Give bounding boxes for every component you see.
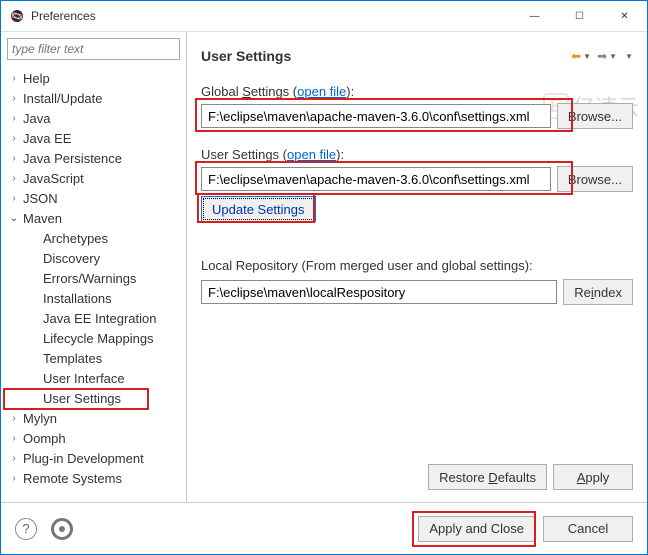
tree-item-oomph[interactable]: ›Oomph: [1, 428, 186, 448]
page-title: User Settings: [201, 48, 571, 64]
tree-item-label: Java Persistence: [21, 151, 122, 166]
global-settings-label: Global Settings (open file):: [201, 84, 633, 99]
filter-input[interactable]: [7, 38, 180, 60]
tree-item-label: Install/Update: [21, 91, 103, 106]
minimize-button[interactable]: —: [512, 1, 557, 31]
close-button[interactable]: ✕: [602, 1, 647, 31]
back-icon[interactable]: ⬅: [571, 49, 581, 63]
chevron-right-icon[interactable]: ›: [7, 113, 21, 124]
global-settings-input[interactable]: [201, 104, 551, 128]
tree-item-label: Discovery: [41, 251, 100, 266]
tree-item-label: Oomph: [21, 431, 66, 446]
forward-menu-icon[interactable]: ▼: [609, 52, 617, 61]
tree-item-java[interactable]: ›Java: [1, 108, 186, 128]
tree-item-json[interactable]: ›JSON: [1, 188, 186, 208]
sidebar: ›Help›Install/Update›Java›Java EE›Java P…: [1, 32, 187, 502]
tree-item-user-settings[interactable]: User Settings: [1, 388, 186, 408]
menu-icon[interactable]: ▼: [625, 52, 633, 61]
footer: ? Apply and Close Cancel: [1, 502, 647, 554]
user-settings-label: User Settings (open file):: [201, 147, 633, 162]
tree-item-label: User Settings: [41, 391, 121, 406]
tree-item-maven[interactable]: ⌄Maven: [1, 208, 186, 228]
tree-item-label: Templates: [41, 351, 102, 366]
chevron-right-icon[interactable]: ›: [7, 93, 21, 104]
tree-item-label: Installations: [41, 291, 112, 306]
content-pane: E亿速云 User Settings ⬅ ▼ ➡ ▼ ▼ Global Sett…: [187, 32, 647, 502]
user-browse-button[interactable]: Browse...: [557, 166, 633, 192]
tree-item-label: JavaScript: [21, 171, 84, 186]
tree-item-plug-in-development[interactable]: ›Plug-in Development: [1, 448, 186, 468]
chevron-right-icon[interactable]: ›: [7, 453, 21, 464]
tree-item-label: Remote Systems: [21, 471, 122, 486]
chevron-right-icon[interactable]: ›: [7, 193, 21, 204]
local-repo-input[interactable]: [201, 280, 557, 304]
chevron-right-icon[interactable]: ›: [7, 133, 21, 144]
chevron-right-icon[interactable]: ›: [7, 73, 21, 84]
titlebar: Preferences — ☐ ✕: [1, 1, 647, 31]
tree-item-label: Mylyn: [21, 411, 57, 426]
tree-item-label: User Interface: [41, 371, 125, 386]
tree-item-java-persistence[interactable]: ›Java Persistence: [1, 148, 186, 168]
tree-item-label: JSON: [21, 191, 58, 206]
cancel-button[interactable]: Cancel: [543, 516, 633, 542]
local-repo-label: Local Repository (From merged user and g…: [201, 258, 633, 273]
back-menu-icon[interactable]: ▼: [583, 52, 591, 61]
chevron-right-icon[interactable]: ›: [7, 153, 21, 164]
forward-icon[interactable]: ➡: [597, 49, 607, 63]
tree-item-label: Plug-in Development: [21, 451, 144, 466]
apply-button[interactable]: Apply: [553, 464, 633, 490]
apply-and-close-button[interactable]: Apply and Close: [418, 516, 535, 542]
tree-item-install-update[interactable]: ›Install/Update: [1, 88, 186, 108]
chevron-right-icon[interactable]: ›: [7, 473, 21, 484]
user-open-file-link[interactable]: open file: [287, 147, 336, 162]
tree-item-label: Lifecycle Mappings: [41, 331, 154, 346]
tree-item-archetypes[interactable]: Archetypes: [1, 228, 186, 248]
eclipse-icon: [9, 8, 25, 24]
tree-item-templates[interactable]: Templates: [1, 348, 186, 368]
import-export-icon[interactable]: [51, 518, 73, 540]
tree-item-javascript[interactable]: ›JavaScript: [1, 168, 186, 188]
tree-item-installations[interactable]: Installations: [1, 288, 186, 308]
global-open-file-link[interactable]: open file: [297, 84, 346, 99]
tree-item-lifecycle-mappings[interactable]: Lifecycle Mappings: [1, 328, 186, 348]
tree-item-java-ee[interactable]: ›Java EE: [1, 128, 186, 148]
user-settings-input[interactable]: [201, 167, 551, 191]
tree-item-mylyn[interactable]: ›Mylyn: [1, 408, 186, 428]
tree-item-discovery[interactable]: Discovery: [1, 248, 186, 268]
tree-item-errors-warnings[interactable]: Errors/Warnings: [1, 268, 186, 288]
help-icon[interactable]: ?: [15, 518, 37, 540]
tree-item-label: Java EE Integration: [41, 311, 156, 326]
global-browse-button[interactable]: Browse...: [557, 103, 633, 129]
maximize-button[interactable]: ☐: [557, 1, 602, 31]
update-settings-button[interactable]: Update Settings: [201, 196, 316, 222]
nav-arrows: ⬅ ▼ ➡ ▼ ▼: [571, 49, 633, 63]
chevron-right-icon[interactable]: ›: [7, 433, 21, 444]
preferences-tree[interactable]: ›Help›Install/Update›Java›Java EE›Java P…: [1, 66, 186, 502]
chevron-down-icon[interactable]: ⌄: [7, 213, 21, 224]
tree-item-label: Maven: [21, 211, 62, 226]
chevron-right-icon[interactable]: ›: [7, 413, 21, 424]
reindex-button[interactable]: Reindex: [563, 279, 633, 305]
tree-item-label: Java EE: [21, 131, 71, 146]
tree-item-label: Archetypes: [41, 231, 108, 246]
window-title: Preferences: [31, 9, 512, 23]
tree-item-label: Errors/Warnings: [41, 271, 136, 286]
tree-item-label: Java: [21, 111, 50, 126]
tree-item-java-ee-integration[interactable]: Java EE Integration: [1, 308, 186, 328]
restore-defaults-button[interactable]: Restore Defaults: [428, 464, 547, 490]
tree-item-help[interactable]: ›Help: [1, 68, 186, 88]
chevron-right-icon[interactable]: ›: [7, 173, 21, 184]
tree-item-user-interface[interactable]: User Interface: [1, 368, 186, 388]
tree-item-label: Help: [21, 71, 50, 86]
tree-item-remote-systems[interactable]: ›Remote Systems: [1, 468, 186, 488]
